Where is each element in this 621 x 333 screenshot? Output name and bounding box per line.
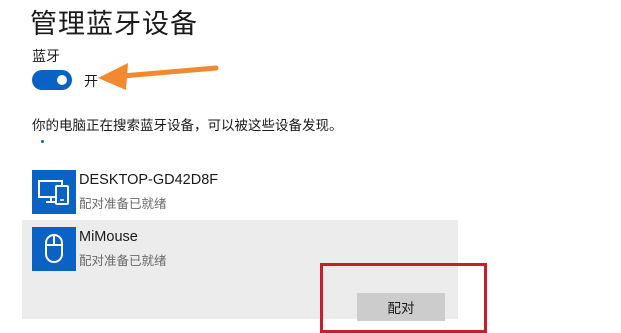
page-title: 管理蓝牙设备 bbox=[30, 9, 198, 39]
toggle-knob bbox=[57, 75, 67, 85]
mouse-icon bbox=[32, 227, 76, 271]
bluetooth-toggle[interactable] bbox=[32, 70, 72, 90]
device-status: 配对准备已就绪 bbox=[79, 254, 167, 268]
searching-text: 你的电脑正在搜索蓝牙设备，可以被这些设备发现。 bbox=[32, 118, 343, 133]
device-status: 配对准备已就绪 bbox=[79, 197, 167, 211]
device-item-desktop[interactable]: DESKTOP-GD42D8F 配对准备已就绪 bbox=[22, 163, 458, 221]
bluetooth-label: 蓝牙 bbox=[32, 48, 60, 64]
device-name: DESKTOP-GD42D8F bbox=[79, 172, 219, 188]
search-progress-dot bbox=[41, 140, 44, 143]
red-highlight-annotation bbox=[320, 263, 487, 333]
orange-arrow-annotation bbox=[98, 63, 219, 90]
device-name: MiMouse bbox=[79, 229, 138, 245]
computer-phone-icon bbox=[32, 170, 76, 214]
